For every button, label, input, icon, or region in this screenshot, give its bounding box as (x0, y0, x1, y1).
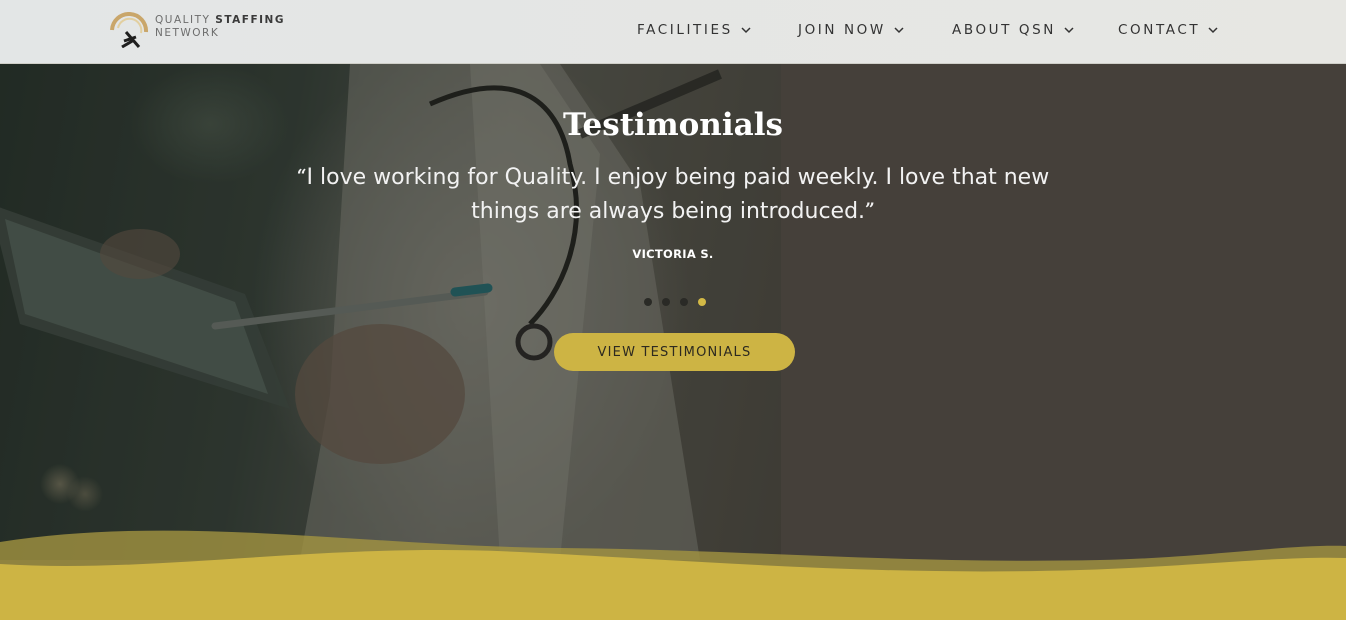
testimonials-section: Testimonials “I love working for Quality… (0, 64, 1346, 620)
nav-facilities-label: FACILITIES (637, 22, 733, 38)
testimonial-quote: “I love working for Quality. I enjoy bei… (273, 160, 1073, 228)
close-quote-icon: ” (865, 200, 875, 220)
chevron-down-icon (1064, 27, 1074, 34)
nav-join-now-label: JOIN NOW (798, 22, 886, 38)
site-header: QUALITY STAFFING NETWORK FACILITIES JOIN… (0, 0, 1346, 64)
view-testimonials-button[interactable]: VIEW TESTIMONIALS (554, 333, 795, 371)
section-title: Testimonials (563, 106, 783, 143)
nav-contact[interactable]: CONTACT (1118, 22, 1218, 38)
chevron-down-icon (1208, 27, 1218, 34)
chevron-down-icon (741, 27, 751, 34)
carousel-dot-3[interactable] (680, 298, 688, 306)
carousel-dot-2[interactable] (662, 298, 670, 306)
nav-join-now[interactable]: JOIN NOW (798, 22, 904, 38)
carousel-dots (644, 298, 706, 306)
testimonial-author: VICTORIA S. (632, 247, 714, 261)
logo-word-network: NETWORK (155, 27, 220, 39)
carousel-dot-1[interactable] (644, 298, 652, 306)
decorative-wave (0, 530, 1346, 620)
logo-word-staffing: STAFFING (215, 14, 285, 26)
logo-q-icon (110, 12, 149, 48)
logo-word-quality: QUALITY (155, 14, 211, 26)
nav-contact-label: CONTACT (1118, 22, 1201, 38)
carousel-dot-4[interactable] (698, 298, 706, 306)
logo-text: QUALITY STAFFING NETWORK (155, 14, 285, 40)
nav-facilities[interactable]: FACILITIES (637, 22, 751, 38)
brand-logo[interactable]: QUALITY STAFFING NETWORK (106, 6, 286, 48)
chevron-down-icon (894, 27, 904, 34)
open-quote-icon: “ (296, 166, 307, 186)
nav-about-qsn[interactable]: ABOUT QSN (952, 22, 1074, 38)
nav-about-qsn-label: ABOUT QSN (952, 22, 1056, 38)
testimonial-quote-text: I love working for Quality. I enjoy bein… (306, 165, 1050, 224)
